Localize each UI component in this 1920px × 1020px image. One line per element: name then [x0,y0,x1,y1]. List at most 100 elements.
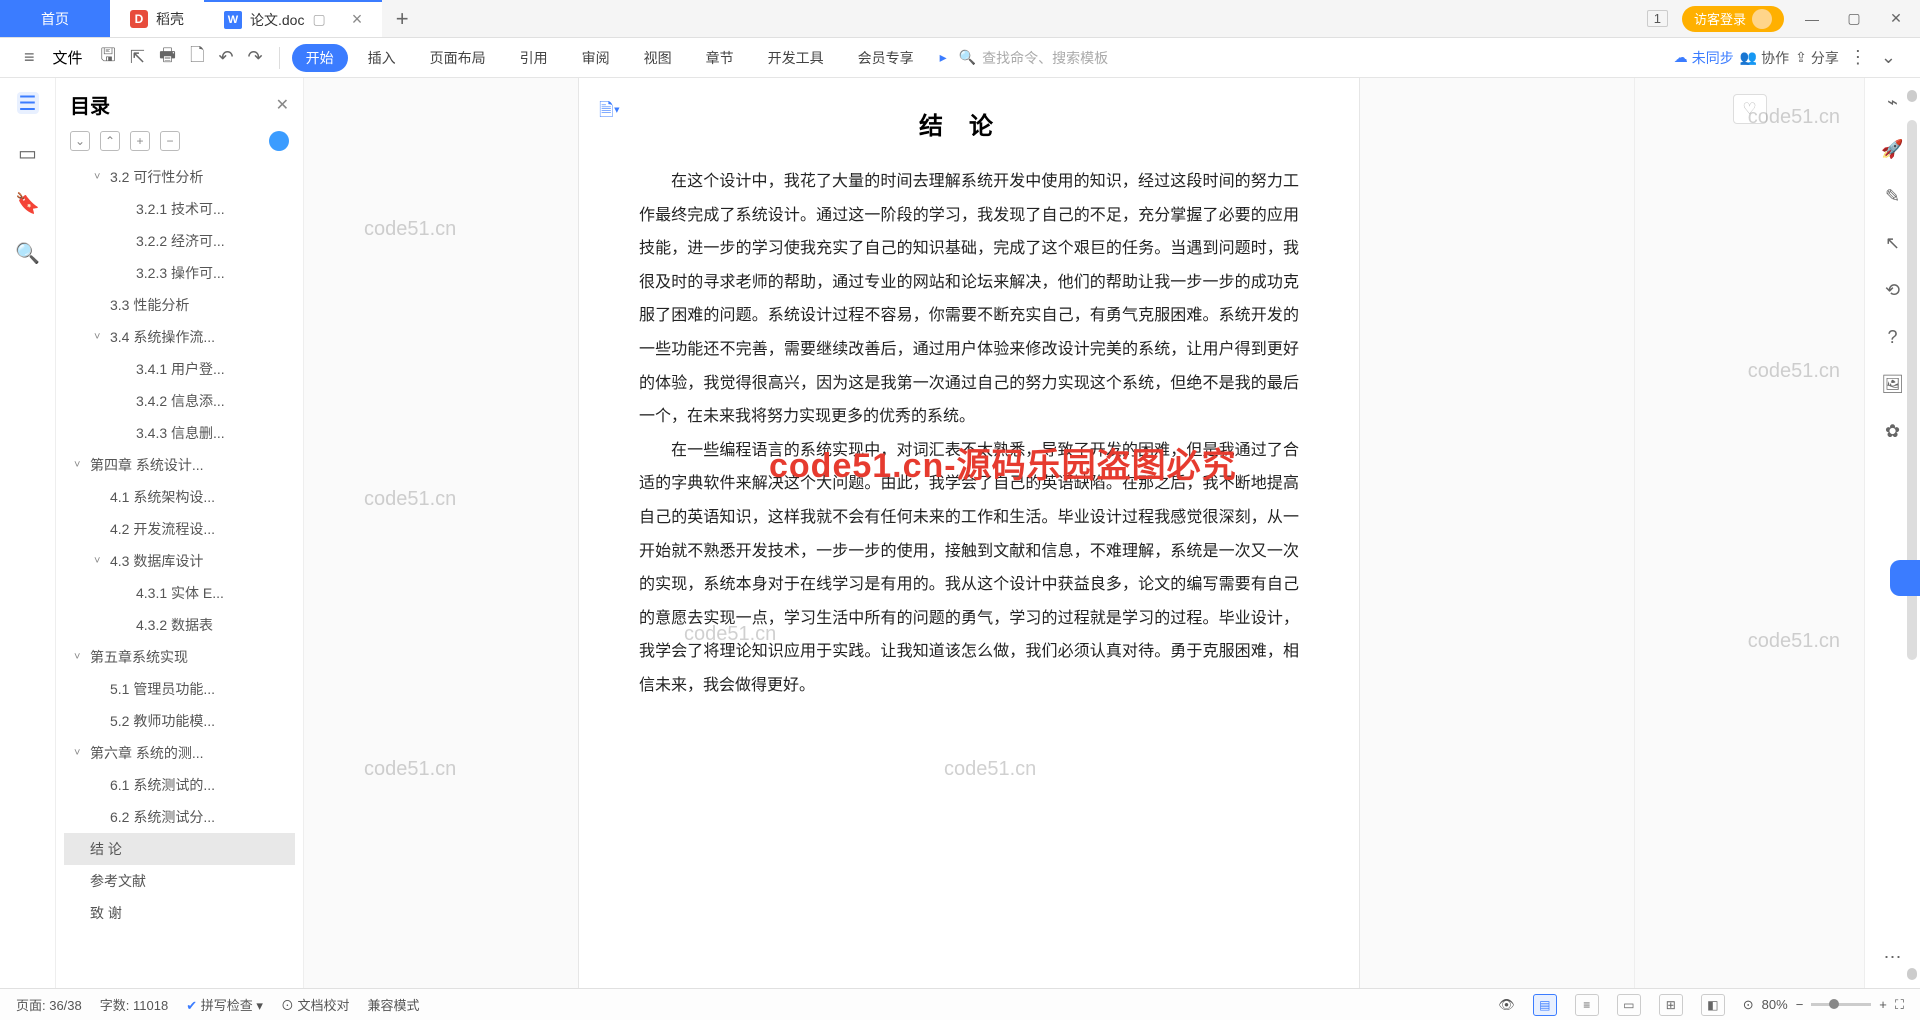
tab-docer[interactable]: D 稻壳 [110,0,204,37]
zoom-reset-icon[interactable]: ⊙ [1743,997,1754,1013]
tab-home[interactable]: 首页 [0,0,110,37]
spell-check-button[interactable]: ✔ 拼写检查 ▾ [186,995,263,1014]
side-tab[interactable] [1890,560,1920,596]
collab-button[interactable]: 👥协作 [1740,48,1789,68]
level-down-icon[interactable]: − [160,131,180,151]
menu-file[interactable]: 文件 [45,47,91,68]
page-insert-icon[interactable]: 🗎▾ [599,98,620,128]
toc-item[interactable]: 3.2.3 操作可... [64,257,295,289]
toc-item[interactable]: 参考文献 [64,865,295,897]
redo-icon[interactable]: ↷ [244,47,267,68]
menu-tab-member[interactable]: 会员专享 [844,44,928,72]
hamburger-icon[interactable]: ≡ [20,47,39,68]
toc-item[interactable]: ˅第五章系统实现 [64,641,295,673]
menu-tab-layout[interactable]: 页面布局 [416,44,500,72]
tab-device-icon[interactable]: ▢ [312,11,325,28]
page-counter[interactable]: 页面: 36/38 [16,995,82,1014]
notify-counter[interactable]: 1 [1647,10,1668,27]
undo-icon[interactable]: ↶ [214,47,237,68]
chevron-down-icon[interactable]: ˅ [74,651,86,663]
expand-all-icon[interactable]: ⌃ [100,131,120,151]
view-focus-icon[interactable]: ◧ [1701,994,1725,1016]
zoom-in-icon[interactable]: + [1879,997,1887,1012]
preview-icon[interactable]: 🗋 [186,43,208,73]
scroll-down-icon[interactable] [1907,968,1917,980]
chevron-down-icon[interactable]: ˅ [74,459,86,471]
menu-tab-review[interactable]: 审阅 [568,44,624,72]
toc-item[interactable]: 结 论 [64,833,295,865]
tab-document[interactable]: W 论文.doc ▢ × [204,0,382,37]
eye-icon[interactable]: 👁 [1498,997,1515,1013]
fullscreen-icon[interactable]: ⛶ [1895,997,1904,1013]
image-icon[interactable]: 🖼 [1881,374,1904,395]
menu-tab-start[interactable]: 开始 [292,44,348,72]
sync-status[interactable]: ☁未同步 [1674,48,1734,68]
edit-icon[interactable]: ✎ [1885,186,1900,207]
outline-close-icon[interactable]: ✕ [276,95,289,115]
toc-item[interactable]: 3.4.2 信息添... [64,385,295,417]
share-button[interactable]: ⇪分享 [1795,48,1839,68]
select-icon[interactable]: ↖ [1885,233,1900,254]
toc-item[interactable]: 3.4.3 信息删... [64,417,295,449]
toc-item[interactable]: 致 谢 [64,897,295,929]
collapse-all-icon[interactable]: ⌄ [70,131,90,151]
window-maximize-icon[interactable]: ▢ [1840,5,1868,33]
outline-list[interactable]: ˅3.2 可行性分析3.2.1 技术可...3.2.2 经济可...3.2.3 … [56,159,303,988]
login-button[interactable]: 访客登录 [1682,6,1784,32]
outline-settings-icon[interactable] [269,131,289,151]
menu-tab-insert[interactable]: 插入 [354,44,410,72]
export-icon[interactable]: ⇱ [126,47,149,68]
document-canvas[interactable]: 🗎▾ 结论 在这个设计中，我花了大量的时间去理解系统开发中使用的知识，经过这段时… [304,78,1634,988]
menu-tab-view[interactable]: 视图 [630,44,686,72]
toc-item[interactable]: ˅第四章 系统设计... [64,449,295,481]
toc-item[interactable]: 3.2.2 经济可... [64,225,295,257]
view-web-icon[interactable]: ⊞ [1659,994,1683,1016]
menu-tab-section[interactable]: 章节 [692,44,748,72]
menu-tab-reference[interactable]: 引用 [506,44,562,72]
settings-path-icon[interactable]: ⟲ [1885,280,1900,301]
tab-close-icon[interactable]: × [352,9,363,30]
tools-icon[interactable]: ✿ [1885,421,1900,442]
window-minimize-icon[interactable]: — [1798,5,1826,33]
toc-item[interactable]: ˅3.2 可行性分析 [64,161,295,193]
view-page-icon[interactable]: ▤ [1533,994,1557,1016]
toc-item[interactable]: 3.4.1 用户登... [64,353,295,385]
scroll-up-icon[interactable] [1907,90,1917,102]
style-icon[interactable]: ⌁ [1887,92,1898,113]
toc-item[interactable]: 6.1 系统测试的... [64,769,295,801]
view-read-icon[interactable]: ▭ [1617,994,1641,1016]
word-count[interactable]: 字数: 11018 [100,995,168,1014]
chevron-down-icon[interactable]: ˅ [74,747,86,759]
toc-item[interactable]: 4.3.1 实体 E... [64,577,295,609]
zoom-control[interactable]: ⊙ 80% − + ⛶ [1743,997,1904,1013]
menu-more-icon[interactable]: ▸ [934,49,953,66]
kebab-icon[interactable]: ⋮ [1845,47,1871,68]
menu-tab-devtools[interactable]: 开发工具 [754,44,838,72]
toc-item[interactable]: 5.2 教师功能模... [64,705,295,737]
view-outline-icon[interactable]: ≡ [1575,994,1599,1016]
chevron-down-icon[interactable]: ˅ [94,331,106,343]
help-icon[interactable]: ? [1887,327,1897,348]
toc-item[interactable]: 3.2.1 技术可... [64,193,295,225]
chevron-down-icon[interactable]: ˅ [94,555,106,567]
toc-item[interactable]: ˅第六章 系统的测... [64,737,295,769]
toc-item[interactable]: 4.1 系统架构设... [64,481,295,513]
toc-item[interactable]: 6.2 系统测试分... [64,801,295,833]
toc-item[interactable]: ˅3.4 系统操作流... [64,321,295,353]
more-dots-icon[interactable]: ⋯ [1884,947,1902,968]
search-box[interactable]: 🔍 查找命令、搜索模板 [959,48,1108,68]
find-icon[interactable]: 🔍 [17,242,39,264]
favorite-icon[interactable]: ♡ [1733,94,1767,124]
outline-toggle-icon[interactable]: ☰ [17,92,39,114]
collapse-ribbon-icon[interactable]: ⌄ [1877,47,1900,68]
window-close-icon[interactable]: ✕ [1882,5,1910,33]
proofread-button[interactable]: ⊙ 文档校对 [281,995,350,1014]
bookmark-icon[interactable]: 🔖 [17,192,39,214]
toc-item[interactable]: ˅4.3 数据库设计 [64,545,295,577]
zoom-out-icon[interactable]: − [1796,997,1804,1012]
save-icon[interactable]: 🖫 [97,43,120,73]
level-up-icon[interactable]: + [130,131,150,151]
toc-item[interactable]: 4.2 开发流程设... [64,513,295,545]
tab-add-button[interactable]: + [382,0,422,37]
toc-item[interactable]: 5.1 管理员功能... [64,673,295,705]
